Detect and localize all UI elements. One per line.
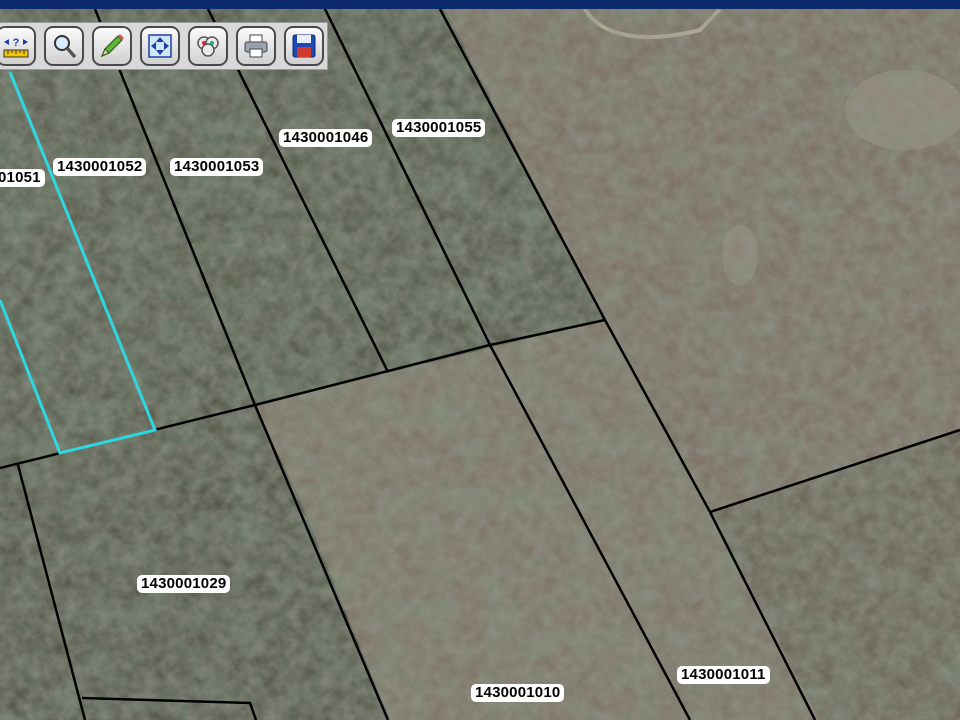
full-extent-button[interactable]: [140, 26, 180, 66]
measure-icon: ?: [3, 37, 29, 58]
svg-text:?: ?: [13, 37, 20, 49]
map-view[interactable]: 01051 1430001052 1430001053 1430001046 1…: [0, 9, 960, 720]
full-extent-icon: [148, 34, 172, 58]
save-disk-icon: [292, 34, 316, 58]
parcel-label[interactable]: 1430001011: [677, 666, 770, 684]
measure-tool-button[interactable]: ?: [0, 26, 36, 66]
parcel-label[interactable]: 1430001010: [471, 684, 565, 702]
map-toolbar: ?: [0, 22, 328, 70]
print-button[interactable]: [236, 26, 276, 66]
zoom-magnifier-icon: [54, 35, 77, 59]
aerial-imagery: [0, 9, 960, 720]
draw-pencil-icon: [100, 34, 124, 58]
header-bar: [0, 0, 960, 9]
parcel-label[interactable]: 01051: [0, 169, 45, 187]
print-icon: [244, 34, 268, 58]
draw-tool-button[interactable]: [92, 26, 132, 66]
parcel-label[interactable]: 1430001055: [392, 119, 486, 137]
layers-icon: [197, 36, 219, 57]
layers-button[interactable]: [188, 26, 228, 66]
zoom-tool-button[interactable]: [44, 26, 84, 66]
parcel-label[interactable]: 1430001029: [137, 575, 231, 593]
parcel-label[interactable]: 1430001052: [53, 158, 147, 176]
save-button[interactable]: [284, 26, 324, 66]
parcel-label[interactable]: 1430001053: [170, 158, 264, 176]
parcel-label[interactable]: 1430001046: [279, 129, 373, 147]
